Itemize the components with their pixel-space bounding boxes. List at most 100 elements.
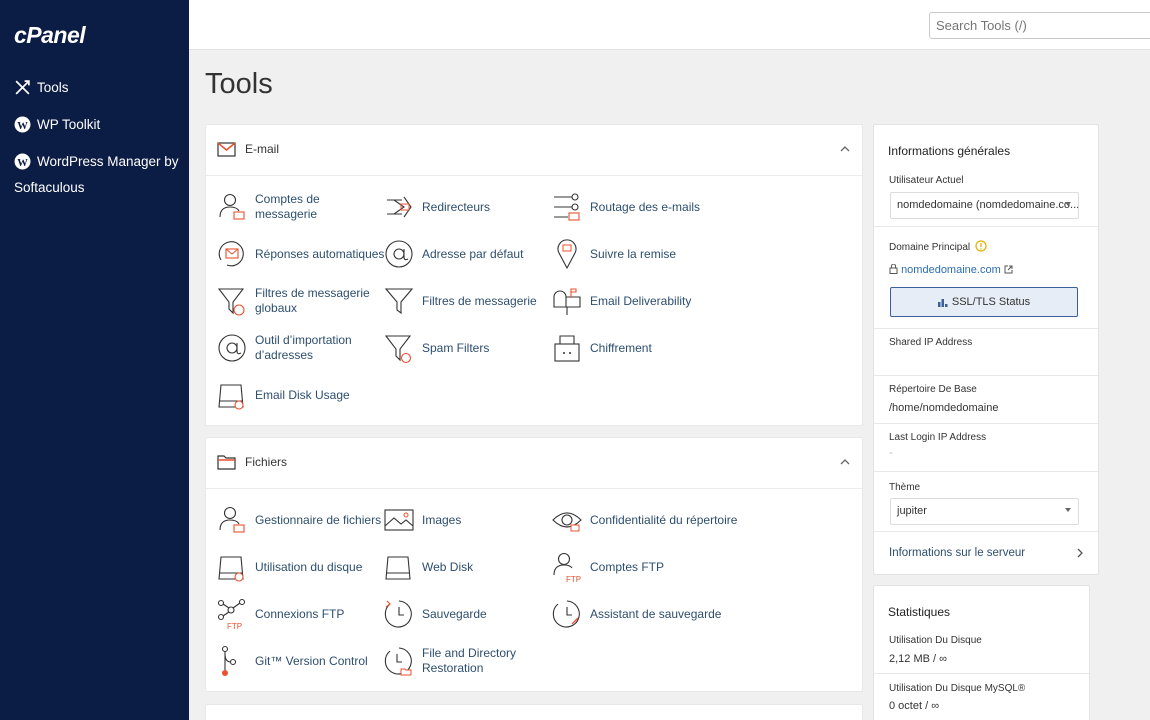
location-pin-icon: [557, 239, 577, 270]
tool-disk-usage[interactable]: Utilisation du disque: [217, 551, 375, 583]
external-link-icon: [1004, 265, 1013, 274]
ssl-tls-status-button[interactable]: SSL/TLS Status: [890, 287, 1078, 317]
wordpress-icon: W: [14, 116, 31, 133]
mysql-disk-usage-value: 0 octet / ∞: [889, 700, 940, 712]
lock-icon: [554, 335, 580, 362]
restore-icon: [384, 647, 412, 676]
filter-icon: [384, 288, 414, 315]
email-section-title: E-mail: [245, 142, 280, 156]
dropdown-arrow-icon: [1065, 508, 1071, 512]
import-at-icon: [218, 334, 246, 362]
backup-clock-icon: [384, 600, 412, 628]
tool-file-manager[interactable]: Gestionnaire de fichiers: [217, 504, 395, 536]
envelope-icon: [217, 142, 236, 157]
theme-label: Thème: [889, 482, 921, 493]
mailbox-icon: [553, 288, 581, 315]
tool-git-version-control[interactable]: Git™ Version Control: [217, 645, 375, 677]
tool-file-directory-restoration[interactable]: File and Directory Restoration: [384, 645, 542, 677]
git-icon: [221, 645, 237, 676]
warning-icon[interactable]: [975, 240, 987, 252]
search-input[interactable]: [929, 12, 1150, 39]
chevron-right-icon: [1077, 548, 1083, 558]
spam-filter-icon: [384, 335, 412, 364]
sidebar-item-label: WP Toolkit: [37, 117, 101, 132]
user-folder-icon: [219, 506, 245, 533]
forward-icon: [387, 196, 412, 218]
backup-wizard-icon: [552, 600, 580, 628]
tool-email-deliverability[interactable]: Email Deliverability: [552, 285, 710, 317]
statistics-panel: Statistiques Utilisation Du Disque 2,12 …: [873, 585, 1090, 720]
sidebar-item-tools[interactable]: Tools: [14, 75, 69, 101]
page-title: Tools: [205, 68, 273, 100]
user-mail-icon: [219, 193, 245, 220]
last-login-ip-label: Last Login IP Address: [889, 432, 987, 443]
server-info-link[interactable]: Informations sur le serveur: [874, 533, 1098, 573]
svg-text:W: W: [17, 121, 28, 132]
lock-icon: [889, 263, 898, 274]
sidebar-item-label: Tools: [37, 80, 69, 95]
primary-domain-link[interactable]: nomdedomaine.com: [889, 263, 1013, 276]
chevron-up-icon[interactable]: [839, 143, 851, 155]
home-directory-label: Répertoire De Base: [889, 384, 977, 395]
tool-ftp-accounts[interactable]: FTP Comptes FTP: [552, 551, 710, 583]
tool-autoresponders[interactable]: Réponses automatiques: [217, 238, 395, 270]
tool-default-address[interactable]: Adresse par défaut: [384, 238, 542, 270]
svg-text:FTP: FTP: [566, 575, 581, 583]
tool-email-accounts[interactable]: Comptes de messagerie: [217, 191, 375, 223]
files-section: Fichiers Gestionnaire de fichiers Images…: [205, 437, 863, 692]
tool-web-disk[interactable]: Web Disk: [384, 551, 542, 583]
svg-text:FTP: FTP: [227, 622, 242, 630]
sidebar: cPanel Tools W WP Toolkit W WordPress Ma…: [0, 0, 189, 720]
disk-icon: [218, 384, 244, 410]
shared-ip-label: Shared IP Address: [889, 337, 973, 348]
tool-forwarders[interactable]: Redirecteurs: [384, 191, 542, 223]
sidebar-item-wp-toolkit[interactable]: W WP Toolkit: [14, 112, 100, 138]
mysql-disk-usage-label: Utilisation Du Disque MySQL®: [889, 683, 1026, 694]
email-section: E-mail Comptes de messagerie Redirecteur…: [205, 124, 863, 426]
chevron-up-icon[interactable]: [839, 456, 851, 468]
disk-usage-label: Utilisation Du Disque: [889, 635, 982, 646]
current-user-label: Utilisateur Actuel: [889, 175, 964, 186]
disk-usage-value: 2,12 MB / ∞: [889, 653, 947, 665]
sidebar-item-label: WordPress Manager by Softaculous: [14, 154, 179, 195]
primary-domain-label: Domaine Principal: [889, 240, 987, 253]
tool-track-delivery[interactable]: Suivre la remise: [552, 238, 710, 270]
tool-email-routing[interactable]: Routage des e-mails: [552, 191, 730, 223]
files-section-title: Fichiers: [245, 455, 288, 469]
tool-email-filters[interactable]: Filtres de messagerie: [384, 285, 562, 317]
ftp-network-icon: FTP: [217, 598, 246, 630]
cpanel-logo[interactable]: cPanel: [14, 22, 86, 49]
bar-chart-icon: [937, 298, 948, 307]
filter-globe-icon: [217, 288, 245, 316]
general-info-panel: Informations générales Utilisateur Actue…: [873, 124, 1099, 575]
current-user-select[interactable]: nomdedomaine (nomdedomaine.co...: [890, 192, 1079, 219]
home-directory-value: /home/nomdedomaine: [889, 402, 999, 414]
next-section: [205, 704, 863, 720]
ftp-user-icon: FTP: [553, 552, 581, 583]
image-icon: [384, 509, 414, 531]
tool-address-importer[interactable]: Outil d’importation d’adresses: [217, 332, 375, 364]
theme-select[interactable]: jupiter: [890, 498, 1079, 525]
general-info-title: Informations générales: [888, 144, 1011, 158]
tool-email-disk-usage[interactable]: Email Disk Usage: [217, 379, 375, 411]
statistics-title: Statistiques: [888, 605, 951, 619]
tool-ftp-connections[interactable]: FTP Connexions FTP: [217, 598, 375, 630]
autoresponder-icon: [218, 241, 244, 267]
at-sign-icon: [385, 240, 413, 268]
tools-icon: [15, 80, 30, 95]
tool-directory-privacy[interactable]: Confidentialité du répertoire: [552, 504, 740, 536]
routing-icon: [554, 193, 580, 221]
files-section-header[interactable]: Fichiers: [206, 438, 862, 489]
disk-icon: [218, 556, 244, 582]
last-login-ip-value: -: [889, 447, 893, 459]
tool-images[interactable]: Images: [384, 504, 542, 536]
tool-backup-wizard[interactable]: Assistant de sauvegarde: [552, 598, 730, 630]
tool-backup[interactable]: Sauvegarde: [384, 598, 542, 630]
email-section-header[interactable]: E-mail: [206, 125, 862, 176]
tool-spam-filters[interactable]: Spam Filters: [384, 332, 542, 364]
eye-icon: [552, 512, 582, 532]
tool-encryption[interactable]: Chiffrement: [552, 332, 710, 364]
folder-icon: [217, 455, 236, 470]
tool-global-email-filters[interactable]: Filtres de messagerie globaux: [217, 285, 375, 317]
sidebar-item-wordpress-manager[interactable]: W WordPress Manager by Softaculous: [14, 149, 184, 201]
